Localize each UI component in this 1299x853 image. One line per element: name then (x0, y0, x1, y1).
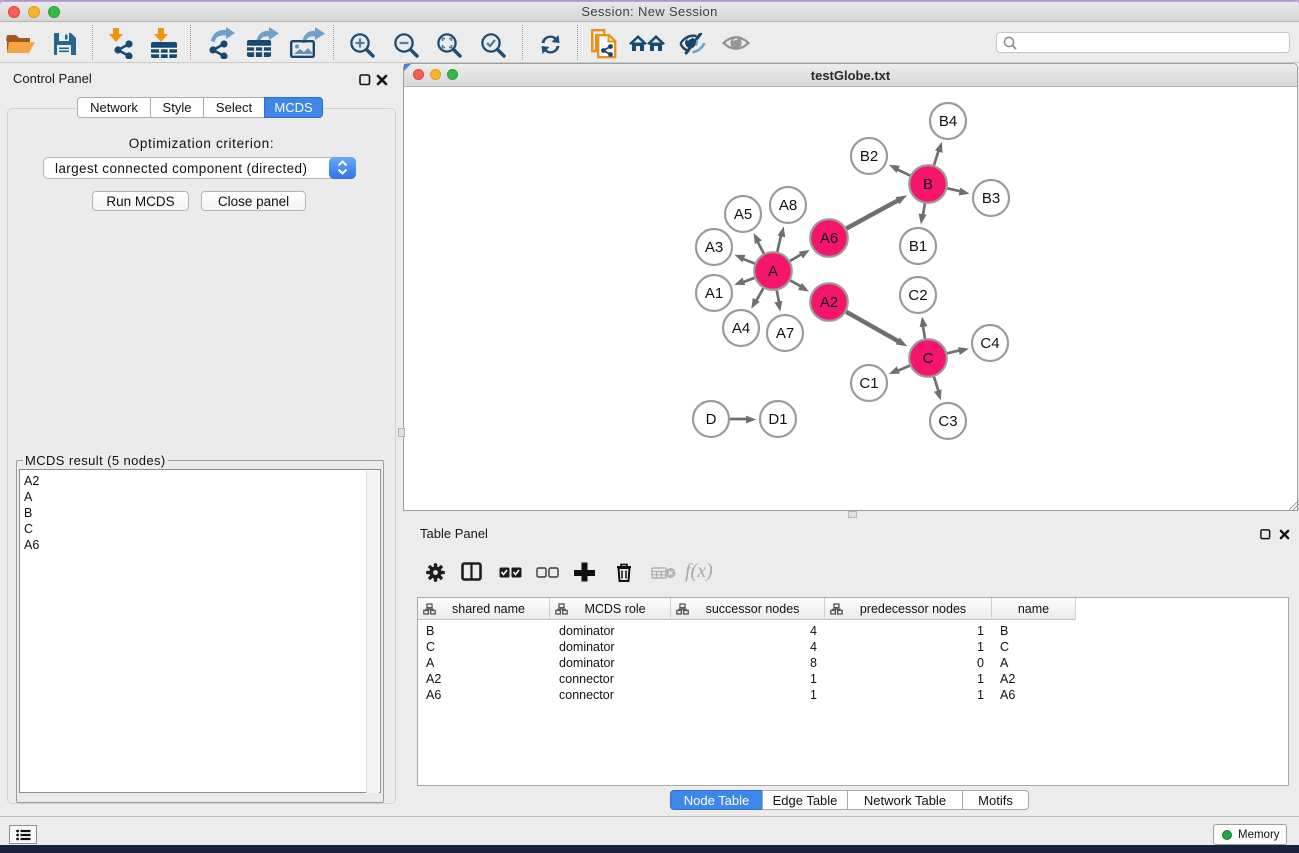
svg-text:A5: A5 (734, 206, 752, 223)
svg-text:D: D (706, 411, 717, 428)
svg-text:A1: A1 (705, 285, 723, 302)
svg-text:A6: A6 (820, 230, 838, 247)
svg-text:A8: A8 (779, 197, 797, 214)
svg-text:B2: B2 (860, 148, 878, 165)
svg-text:D1: D1 (768, 411, 787, 428)
svg-text:A3: A3 (705, 239, 723, 256)
svg-text:C4: C4 (980, 335, 999, 352)
svg-text:B1: B1 (909, 238, 927, 255)
svg-text:C1: C1 (859, 375, 878, 392)
svg-text:A4: A4 (732, 320, 750, 337)
svg-text:B: B (923, 176, 933, 193)
svg-text:B3: B3 (982, 190, 1000, 207)
svg-text:A: A (768, 263, 778, 280)
svg-text:C3: C3 (938, 413, 957, 430)
svg-text:A7: A7 (776, 325, 794, 342)
svg-text:C: C (923, 350, 934, 367)
svg-text:B4: B4 (939, 113, 957, 130)
svg-text:A2: A2 (820, 294, 838, 311)
svg-text:C2: C2 (908, 287, 927, 304)
